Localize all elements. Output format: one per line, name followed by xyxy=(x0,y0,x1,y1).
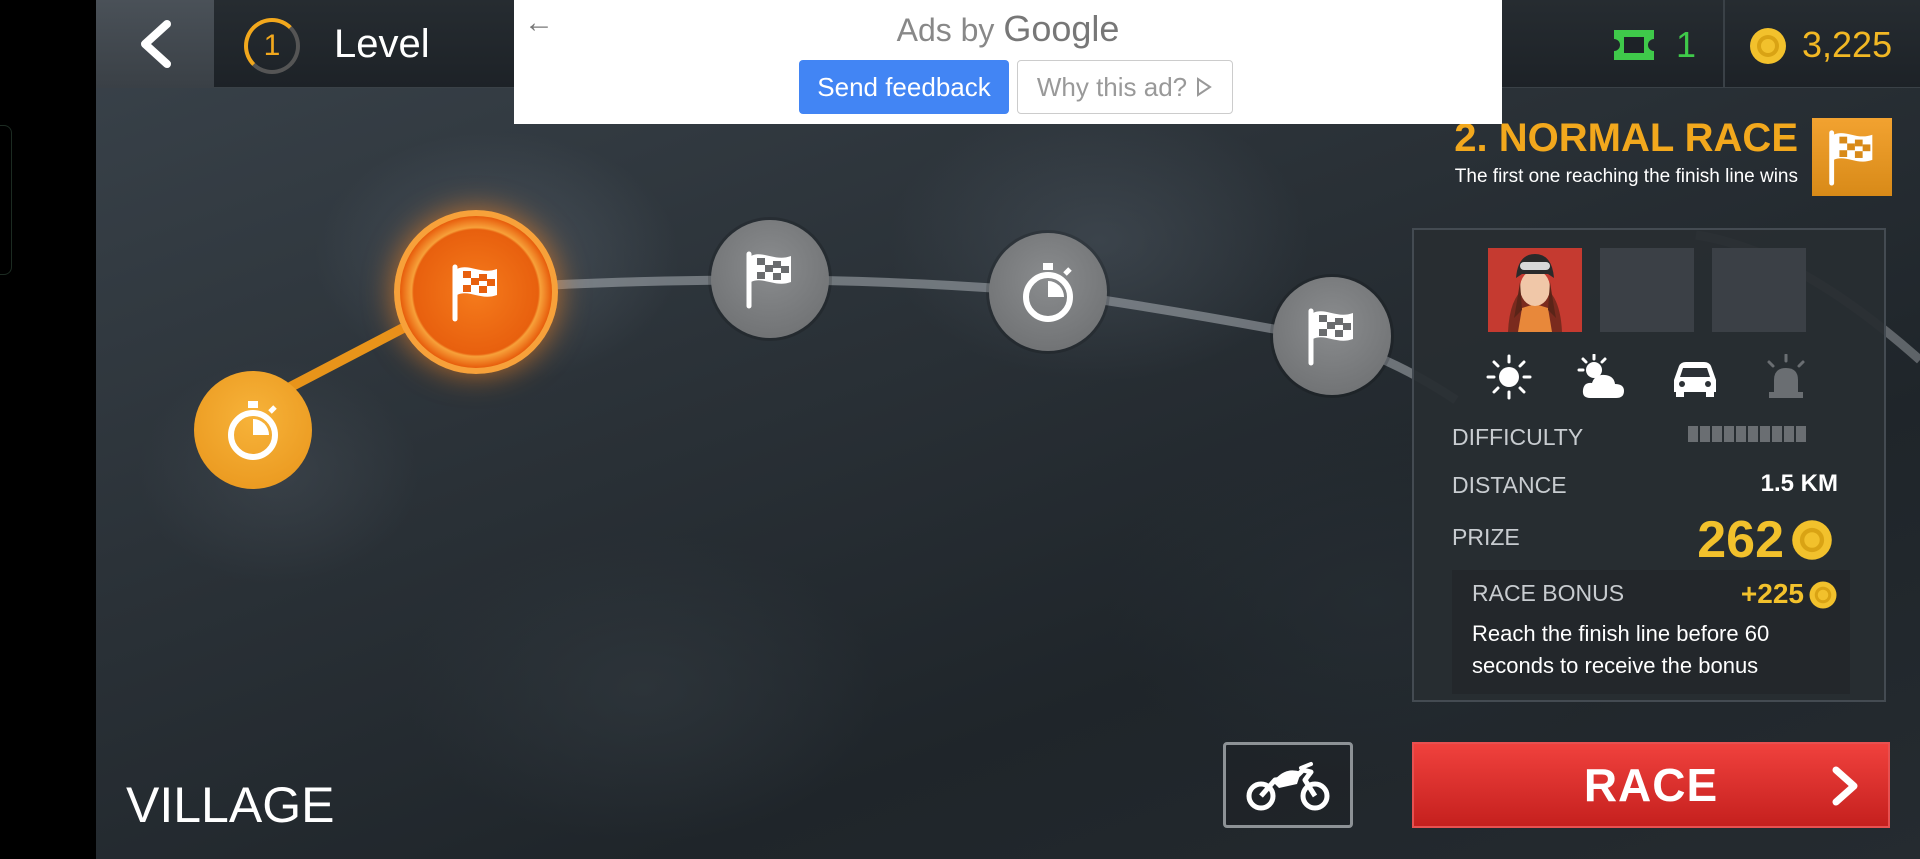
node-time-trial-locked[interactable] xyxy=(989,233,1107,351)
back-button[interactable] xyxy=(96,0,214,88)
coin-balance: 3,225 xyxy=(1802,24,1893,65)
ad-title-brand: Google xyxy=(1003,8,1120,49)
side-edge-handle xyxy=(0,125,12,275)
checkered-flag-icon xyxy=(746,251,791,309)
partly-cloudy-icon xyxy=(1576,353,1628,407)
coin-icon xyxy=(1790,518,1834,567)
race-bonus-value: +225 xyxy=(1740,578,1804,609)
rider-portrait-icon xyxy=(1488,248,1582,332)
ad-banner: ← Ads by Google Send feedback Why this a… xyxy=(514,0,1502,124)
race-button-label: RACE xyxy=(1583,759,1719,811)
why-this-ad-button[interactable]: Why this ad? xyxy=(1017,60,1233,114)
race-info-panel: DIFFICULTY DISTANCE 1.5 KM PRIZE 262 RAC… xyxy=(1412,228,1886,702)
ad-title: Ads by Google xyxy=(514,8,1502,50)
coin-icon xyxy=(1748,26,1788,71)
difficulty-segment xyxy=(1748,426,1758,442)
checkered-flag-icon xyxy=(1308,308,1353,366)
difficulty-meter xyxy=(1688,426,1806,442)
node-race-locked[interactable] xyxy=(711,220,829,338)
difficulty-segment xyxy=(1736,426,1746,442)
difficulty-segment xyxy=(1688,426,1698,442)
race-button[interactable]: RACE xyxy=(1412,742,1890,828)
why-this-ad-label: Why this ad? xyxy=(1036,71,1188,102)
topbar-divider xyxy=(1723,0,1725,88)
motorcycle-icon xyxy=(1246,762,1330,811)
distance-label: DISTANCE xyxy=(1452,472,1567,498)
level-progress-ring: 1 xyxy=(244,18,300,74)
node-time-trial-completed[interactable] xyxy=(194,371,312,489)
difficulty-segment xyxy=(1700,426,1710,442)
opponent-avatar[interactable] xyxy=(1488,248,1582,332)
difficulty-segment xyxy=(1712,426,1722,442)
level-number: 1 xyxy=(263,29,281,62)
race-bonus-box: RACE BONUS +225 Reach the finish line be… xyxy=(1452,570,1850,694)
ad-title-prefix: Ads by xyxy=(896,12,995,48)
chevron-right-icon xyxy=(1832,766,1858,806)
zone-name: VILLAGE xyxy=(126,777,335,833)
opponent-slot-empty xyxy=(1712,248,1806,332)
race-bonus-label: RACE BONUS xyxy=(1472,580,1625,606)
siren-icon xyxy=(1764,353,1808,405)
node-race-current[interactable] xyxy=(394,210,558,374)
ticket-icon xyxy=(1612,26,1656,69)
race-bonus-description: Reach the finish line before 60 seconds … xyxy=(1472,621,1770,678)
prize-value: 262 xyxy=(1697,511,1784,569)
difficulty-label: DIFFICULTY xyxy=(1452,424,1584,450)
play-outline-icon xyxy=(1197,77,1212,97)
ticket-count: 1 xyxy=(1676,24,1697,65)
distance-value: 1.5 KM xyxy=(1760,470,1838,497)
node-race-locked[interactable] xyxy=(1273,277,1391,395)
coin-icon xyxy=(1808,580,1838,615)
difficulty-segment xyxy=(1784,426,1794,442)
difficulty-segment xyxy=(1724,426,1734,442)
back-arrow-icon xyxy=(141,20,171,68)
prize-label: PRIZE xyxy=(1452,524,1520,550)
race-type-badge xyxy=(1812,118,1892,196)
opponent-slot-empty xyxy=(1600,248,1694,332)
level-label: Level xyxy=(334,22,430,66)
stopwatch-icon xyxy=(1023,263,1073,322)
stopwatch-icon xyxy=(228,401,278,460)
checkered-flag-icon xyxy=(452,264,497,322)
car-icon xyxy=(1670,354,1720,403)
send-feedback-button[interactable]: Send feedback xyxy=(799,60,1009,114)
game-stage: 1 Level 1 3,225 2. NORMAL RACE The first… xyxy=(96,0,1920,859)
difficulty-segment xyxy=(1772,426,1782,442)
difficulty-segment xyxy=(1796,426,1806,442)
race-description: The first one reaching the finish line w… xyxy=(1454,166,1798,187)
vehicle-select-button[interactable] xyxy=(1223,742,1353,828)
checkered-flag-icon xyxy=(1829,130,1873,186)
race-title: 2. NORMAL RACE xyxy=(1454,116,1798,160)
sun-icon xyxy=(1486,354,1532,405)
difficulty-segment xyxy=(1760,426,1770,442)
